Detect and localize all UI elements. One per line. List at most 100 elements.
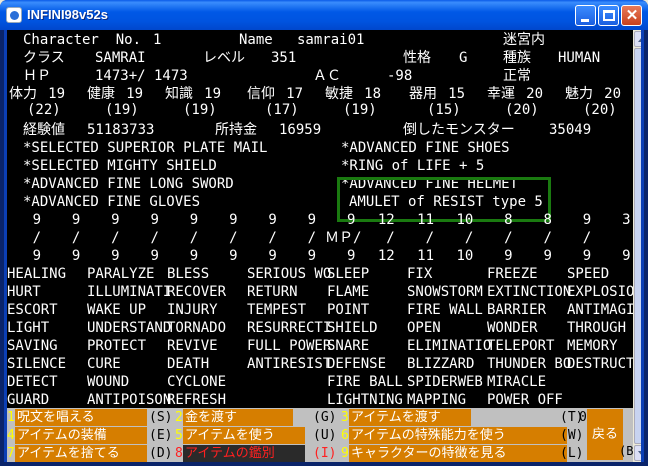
- spell-name[interactable]: UNDERSTAND: [87, 320, 171, 336]
- spell-name[interactable]: WOUND: [87, 374, 129, 390]
- spell-name[interactable]: DETECT: [7, 374, 58, 390]
- menu-label[interactable]: 呪文を唱える: [15, 409, 147, 426]
- spell-point-max: 9: [268, 248, 277, 264]
- spell-name[interactable]: MIRACLE: [487, 374, 546, 390]
- spell-name[interactable]: FULL POWER: [247, 338, 331, 354]
- spell-name[interactable]: INJURY: [167, 302, 218, 318]
- spell-name[interactable]: TORNADO: [167, 320, 226, 336]
- character-no-label: Character No.: [23, 32, 142, 48]
- spell-name[interactable]: SAVING: [7, 338, 58, 354]
- spell-name[interactable]: TELEPORT: [487, 338, 554, 354]
- menu-label[interactable]: アイテムの鑑別: [183, 445, 305, 462]
- spell-name[interactable]: LIGHT: [7, 320, 49, 336]
- spell-name[interactable]: SPEED: [567, 266, 609, 282]
- spell-name[interactable]: FREEZE: [487, 266, 538, 282]
- spell-name[interactable]: MAPPING: [407, 392, 466, 408]
- spell-name[interactable]: TEMPEST: [247, 302, 306, 318]
- spell-name[interactable]: CURE: [87, 356, 121, 372]
- spell-point-divider: /: [189, 230, 199, 246]
- vertical-scrollbar[interactable]: [633, 30, 641, 462]
- spell-name[interactable]: EXTINCTION: [487, 284, 571, 300]
- spell-name[interactable]: RETURN: [247, 284, 298, 300]
- spell-name[interactable]: RECOVER: [167, 284, 226, 300]
- spell-name[interactable]: PARALYZE: [87, 266, 154, 282]
- menu-label[interactable]: アイテムを使う: [183, 427, 305, 444]
- spell-point-divider: /: [307, 230, 317, 246]
- spell-name[interactable]: POWER OFF: [487, 392, 563, 408]
- mp-label: ＭＰ/: [325, 230, 362, 246]
- spell-name[interactable]: LIGHTNING: [327, 392, 403, 408]
- equipment-item[interactable]: *RING of LIFE + 5: [341, 158, 484, 174]
- equipment-item[interactable]: *SELECTED SUPERIOR PLATE MAIL: [23, 140, 267, 156]
- spell-name[interactable]: ANTIMAGIC: [567, 302, 641, 318]
- menu-label[interactable]: アイテムの装備: [15, 427, 147, 444]
- spell-name[interactable]: PROTECT: [87, 338, 146, 354]
- stat-label: 魅力: [565, 86, 593, 102]
- spell-name[interactable]: BLIZZARD: [407, 356, 474, 372]
- app-icon[interactable]: [6, 7, 22, 23]
- spell-name[interactable]: HEALING: [7, 266, 66, 282]
- spell-name[interactable]: POINT: [327, 302, 369, 318]
- spell-name[interactable]: REVIVE: [167, 338, 218, 354]
- scroll-down-icon[interactable]: [634, 445, 641, 461]
- stat-base: (19): [105, 102, 139, 118]
- spell-name[interactable]: REFRESH: [167, 392, 226, 408]
- spell-name[interactable]: SLEEP: [327, 266, 369, 282]
- spell-point-max: 12: [377, 248, 395, 264]
- level-label: レベル: [203, 50, 245, 66]
- maximize-button[interactable]: [598, 5, 619, 26]
- spell-name[interactable]: DEATH: [167, 356, 209, 372]
- spell-name[interactable]: GUARD: [7, 392, 49, 408]
- maximize-icon: [603, 10, 615, 21]
- spell-name[interactable]: SNARE: [327, 338, 369, 354]
- spell-name[interactable]: CYCLONE: [167, 374, 226, 390]
- spell-name[interactable]: EXPLOSION: [567, 284, 641, 300]
- spell-name[interactable]: FIRE WALL: [407, 302, 483, 318]
- back-button[interactable]: 戻る: [587, 409, 623, 460]
- spell-name[interactable]: ILLUMINATI: [87, 284, 171, 300]
- spell-name[interactable]: SPIDERWEB: [407, 374, 483, 390]
- spell-name[interactable]: ESCORT: [7, 302, 58, 318]
- spell-name[interactable]: ANTIPOISON: [87, 392, 171, 408]
- menu-label[interactable]: 金を渡す: [183, 409, 293, 426]
- title-bar[interactable]: INFINI98v52s ✕: [0, 0, 648, 30]
- spell-name[interactable]: DEFENSE: [327, 356, 386, 372]
- menu-number: 9: [341, 446, 349, 461]
- spell-name[interactable]: SHIELD: [327, 320, 378, 336]
- spell-name[interactable]: FLAME: [327, 284, 369, 300]
- spell-point-max: 9: [189, 248, 199, 264]
- spell-point-divider: /: [582, 230, 592, 246]
- spell-name[interactable]: WONDER: [487, 320, 538, 336]
- spell-name[interactable]: MEMORY: [567, 338, 618, 354]
- spell-name[interactable]: HURT: [7, 284, 41, 300]
- spell-name[interactable]: FIRE BALL: [327, 374, 403, 390]
- spell-name[interactable]: BARRIER: [487, 302, 546, 318]
- spell-name[interactable]: WAKE UP: [87, 302, 146, 318]
- equipment-item[interactable]: *ADVANCED FINE SHOES: [341, 140, 510, 156]
- window-title: INFINI98v52s: [27, 7, 108, 22]
- spell-name[interactable]: SNOWSTORM: [407, 284, 483, 300]
- spell-name[interactable]: SERIOUS WO: [247, 266, 331, 282]
- menu-label[interactable]: キャラクターの特徴を見る: [349, 445, 567, 462]
- close-button[interactable]: ✕: [621, 5, 642, 26]
- spell-point-divider: /: [543, 230, 552, 246]
- spell-name[interactable]: ANTIRESIST: [247, 356, 331, 372]
- scroll-thumb[interactable]: [634, 48, 641, 444]
- spell-name[interactable]: RESURRECTI: [247, 320, 331, 336]
- status-text: 正常: [503, 68, 531, 84]
- equipment-item[interactable]: *ADVANCED FINE GLOVES: [23, 194, 200, 210]
- spell-name[interactable]: BLESS: [167, 266, 209, 282]
- equipment-item[interactable]: *SELECTED MIGHTY SHIELD: [23, 158, 217, 174]
- spell-name[interactable]: ELIMINATIO: [407, 338, 491, 354]
- spell-name[interactable]: SILENCE: [7, 356, 66, 372]
- menu-label[interactable]: アイテムを捨てる: [15, 445, 147, 462]
- menu-label[interactable]: アイテムの特殊能力を使う: [349, 427, 567, 444]
- spell-name[interactable]: THUNDER BO: [487, 356, 571, 372]
- spell-name[interactable]: OPEN: [407, 320, 441, 336]
- menu-label[interactable]: アイテムを渡す: [349, 409, 471, 426]
- name-label: Name: [239, 32, 273, 48]
- spell-name[interactable]: FIX: [407, 266, 432, 282]
- minimize-button[interactable]: [575, 5, 596, 26]
- scroll-up-icon[interactable]: [634, 31, 641, 47]
- equipment-item[interactable]: *ADVANCED FINE LONG SWORD: [23, 176, 234, 192]
